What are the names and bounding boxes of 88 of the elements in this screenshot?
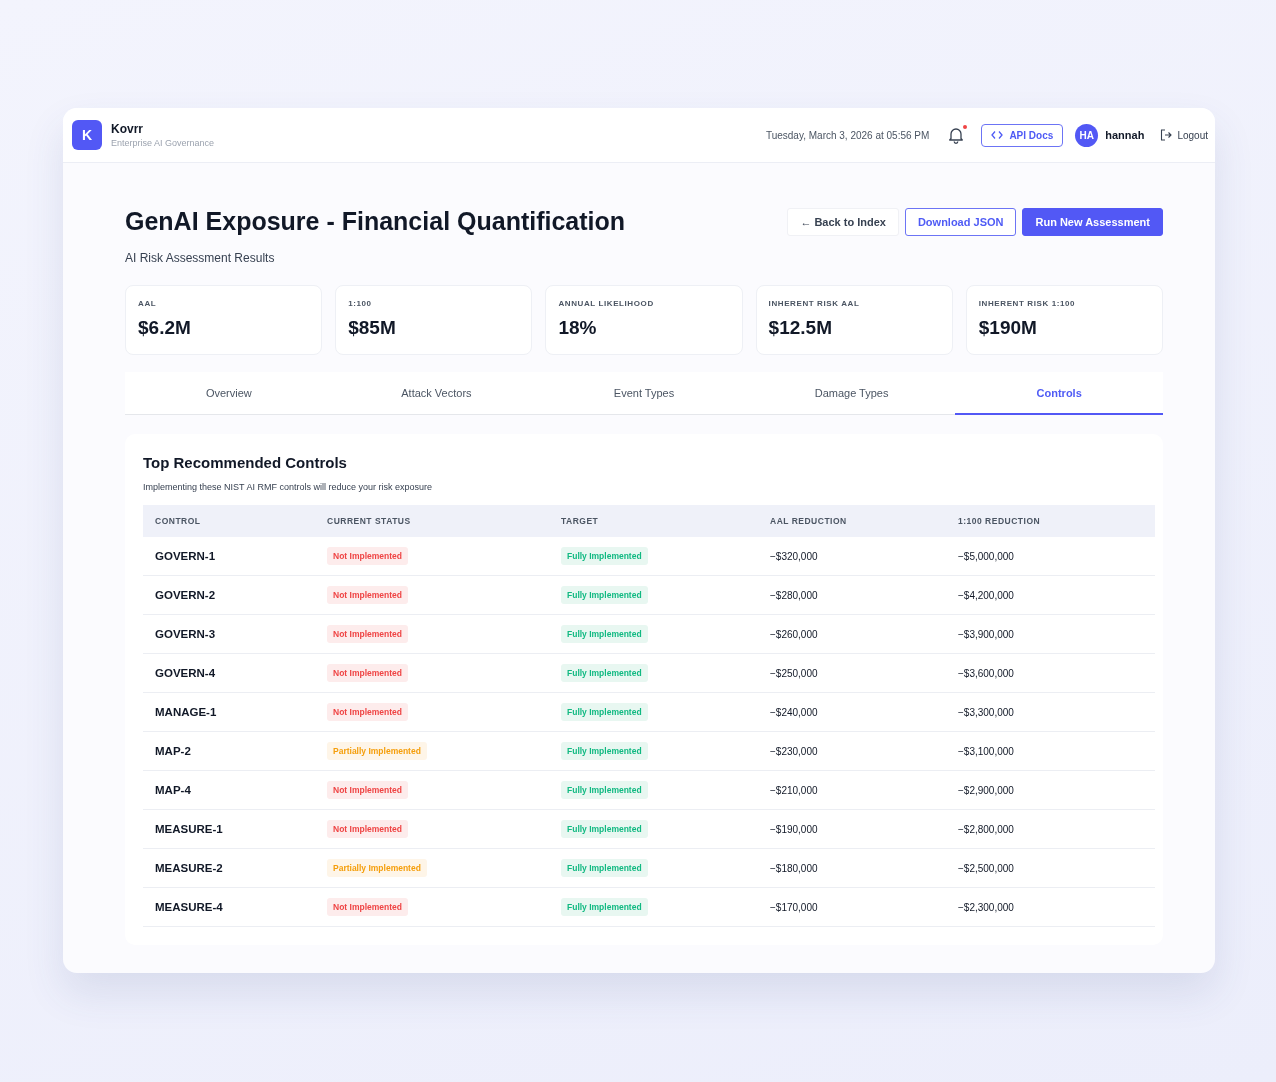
control-cell: MANAGE-1	[143, 692, 315, 732]
control-cell: GOVERN-3	[143, 614, 315, 654]
table-cell: −$230,000	[758, 731, 946, 771]
table-cell: −$240,000	[758, 692, 946, 732]
table-cell: −$2,300,000	[946, 887, 1155, 927]
target-badge: Fully Implemented	[561, 859, 648, 877]
download-button[interactable]: Download JSON	[904, 208, 1017, 236]
target-badge: Fully Implemented	[561, 820, 648, 838]
tab[interactable]: Controls	[955, 372, 1163, 415]
table-cell: −$4,200,000	[946, 575, 1155, 615]
control-cell: MAP-2	[143, 731, 315, 771]
user-avatar[interactable]: HA	[1075, 123, 1099, 147]
tab[interactable]: Attack Vectors	[332, 372, 541, 415]
tab[interactable]: Event Types	[540, 372, 748, 415]
table-cell: −$260,000	[758, 614, 946, 654]
table-cell: −$320,000	[758, 537, 946, 576]
column-header: CURRENT STATUS	[315, 505, 549, 537]
code-icon	[991, 130, 1004, 140]
metric-label: 1:100	[348, 299, 373, 308]
status-badge: Not Implemented	[327, 586, 408, 604]
page-title: GenAI Exposure - Financial Quantification	[125, 207, 626, 236]
control-cell: GOVERN-2	[143, 575, 315, 615]
table-cell: −$3,600,000	[946, 653, 1155, 693]
section-title: Top Recommended Controls	[143, 454, 348, 471]
control-cell: MEASURE-2	[143, 848, 315, 888]
metric-value: 18%	[558, 317, 598, 339]
target-badge: Fully Implemented	[561, 781, 648, 799]
logout-icon	[1160, 129, 1173, 141]
tab[interactable]: Overview	[125, 372, 333, 415]
api-docs-button[interactable]: API Docs	[981, 123, 1064, 147]
table-cell: −$3,100,000	[946, 731, 1155, 771]
target-badge: Fully Implemented	[561, 664, 648, 682]
target-badge: Fully Implemented	[561, 586, 648, 604]
user-name: hannah	[1105, 129, 1145, 141]
status-badge: Not Implemented	[327, 820, 408, 838]
status-badge: Not Implemented	[327, 625, 408, 643]
column-header: TARGET	[549, 505, 758, 537]
target-badge: Fully Implemented	[561, 742, 648, 760]
metric-value: $12.5M	[768, 317, 833, 339]
table-cell: −$170,000	[758, 887, 946, 927]
logout-button[interactable]: Logout	[1160, 129, 1208, 141]
status-badge: Not Implemented	[327, 898, 408, 916]
target-badge: Fully Implemented	[561, 898, 648, 916]
app-name: Kovrr	[111, 122, 144, 136]
app-subtitle: Enterprise AI Governance	[111, 138, 215, 148]
table-cell: −$250,000	[758, 653, 946, 693]
control-cell: MEASURE-1	[143, 809, 315, 849]
back-button[interactable]: ← Back to Index	[787, 208, 899, 236]
status-badge: Partially Implemented	[327, 742, 427, 760]
target-badge: Fully Implemented	[561, 547, 648, 565]
target-badge: Fully Implemented	[561, 625, 648, 643]
table-cell: −$210,000	[758, 770, 946, 810]
table-cell: −$180,000	[758, 848, 946, 888]
control-cell: MAP-4	[143, 770, 315, 810]
status-badge: Not Implemented	[327, 664, 408, 682]
table-cell: −$2,500,000	[946, 848, 1155, 888]
date-time: Tuesday, March 3, 2026 at 05:56 PM	[765, 129, 930, 141]
section-description: Implementing these NIST AI RMF controls will reduce your risk exposure	[143, 482, 433, 492]
control-cell: GOVERN-1	[143, 537, 315, 576]
metric-label: INHERENT RISK 1:100	[978, 299, 1077, 308]
app-logo: K	[72, 120, 102, 150]
metric-label: INHERENT RISK AAL	[768, 299, 861, 308]
target-badge: Fully Implemented	[561, 703, 648, 721]
control-cell: MEASURE-4	[143, 887, 315, 927]
page-subtitle: AI Risk Assessment Results	[125, 251, 276, 265]
metric-label: ANNUAL LIKELIHOOD	[558, 299, 655, 308]
table-cell: −$280,000	[758, 575, 946, 615]
table-cell: −$3,900,000	[946, 614, 1155, 654]
bell-icon	[947, 126, 966, 144]
table-cell: −$2,900,000	[946, 770, 1155, 810]
tab[interactable]: Damage Types	[747, 372, 956, 415]
status-badge: Not Implemented	[327, 547, 408, 565]
table-cell: −$3,300,000	[946, 692, 1155, 732]
status-badge: Partially Implemented	[327, 859, 427, 877]
status-badge: Not Implemented	[327, 703, 408, 721]
metric-value: $85M	[348, 317, 397, 339]
control-cell: GOVERN-4	[143, 653, 315, 693]
table-cell: −$2,800,000	[946, 809, 1155, 849]
table-cell: −$190,000	[758, 809, 946, 849]
column-header: AAL REDUCTION	[758, 505, 946, 537]
table-cell: −$5,000,000	[946, 537, 1155, 576]
column-header: 1:100 REDUCTION	[946, 505, 1155, 537]
metric-value: $190M	[978, 317, 1038, 339]
column-header: CONTROL	[143, 505, 315, 537]
metric-label: AAL	[138, 299, 158, 308]
metric-value: $6.2M	[138, 317, 192, 339]
status-badge: Not Implemented	[327, 781, 408, 799]
run-assessment-button[interactable]: Run New Assessment	[1022, 208, 1163, 236]
